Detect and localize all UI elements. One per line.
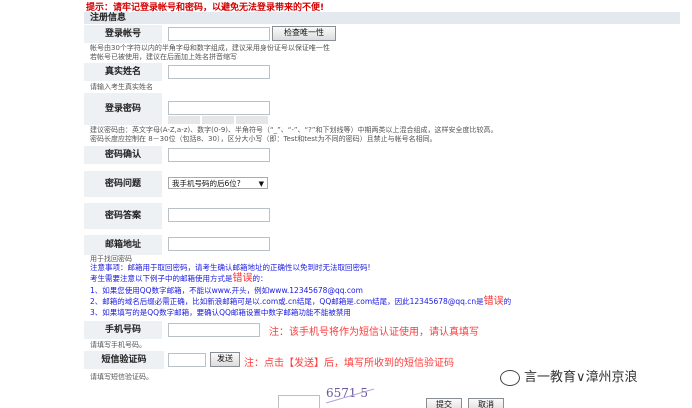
watermark: 言一教育∨漳州京浪: [500, 366, 638, 386]
notice-line-1: 注意事项：邮箱用于取回密码，请考生确认邮箱地址的正确性以免到时无法取回密码!: [90, 263, 371, 272]
account-hint-2: 若帐号已被使用，建议在后面加上姓名拼音缩写: [90, 53, 237, 61]
sms-hint: 请填写短信验证码。: [90, 373, 153, 381]
password-strength-meter: [168, 116, 270, 124]
sms-note: 注：点击【发送】后，填写所收到的短信验证码: [244, 358, 454, 369]
question-select[interactable]: 我手机号码的后6位? ▼: [168, 177, 268, 189]
answer-label: 密码答案: [84, 202, 162, 229]
registration-panel: 提示：请牢记登录帐号和密码，以避免无法登录带来的不便! 注册信息 登录帐号 检查…: [84, 0, 680, 408]
wechat-icon: [500, 369, 520, 386]
check-unique-button[interactable]: 检查唯一性: [272, 26, 336, 41]
confirm-input[interactable]: [168, 148, 270, 162]
answer-input[interactable]: [168, 208, 270, 222]
question-label: 密码问题: [84, 170, 162, 197]
submit-button[interactable]: 提交: [426, 398, 462, 408]
phone-hint: 请填写手机号码。: [90, 341, 146, 349]
notice-line-5: 3、如果填写的是QQ数字邮箱，要确认QQ邮箱设置中数字邮箱功能不能被禁用: [90, 308, 351, 317]
phone-input[interactable]: [168, 323, 260, 337]
account-hint-1: 帐号由30个字符以内的半角字母和数字组成，建议采用身份证号以保证唯一性: [90, 44, 330, 52]
realname-hint: 请输入考生真实姓名: [90, 83, 153, 91]
sms-input[interactable]: [168, 353, 206, 367]
email-hint: 用于找回密码: [90, 255, 132, 263]
cancel-button[interactable]: 取消: [468, 398, 504, 408]
captcha-image[interactable]: 6571 5: [324, 383, 376, 408]
password-hint-1: 建议密码由：英文字母(A-Z,a-z)、数字(0-9)、半角符号（“_”、“-”…: [90, 126, 498, 134]
notice-line-4: 2、邮箱的域名后缀必需正确，比如新浪邮箱可是以.com或.cn结尾，QQ邮箱是.…: [90, 296, 512, 307]
phone-note: 注：该手机号将作为短信认证使用，请认真填写: [269, 327, 479, 338]
captcha-input[interactable]: [278, 395, 320, 408]
email-input[interactable]: [168, 237, 270, 251]
password-label: 登录密码: [84, 92, 162, 125]
account-label: 登录帐号: [84, 24, 162, 43]
realname-label: 真实姓名: [84, 62, 162, 81]
notice-line-3: 1、如果您使用QQ数字邮箱，不能以www.开头，例如www.12345678@q…: [90, 286, 363, 295]
sms-label: 短信验证码: [84, 350, 164, 369]
confirm-label: 密码确认: [84, 145, 162, 164]
realname-input[interactable]: [168, 65, 270, 79]
dropdown-arrow-icon: ▼: [258, 180, 264, 188]
email-label: 邮箱地址: [84, 234, 162, 255]
notice-line-2: 考生需要注意以下例子中的邮箱使用方式是错误的：: [90, 273, 268, 284]
section-title: 注册信息: [84, 12, 680, 24]
password-hint-2: 密码长度应控制在 8－30位（包括8、30），区分大小写（即：Test和test…: [90, 135, 437, 143]
password-input[interactable]: [168, 101, 270, 115]
question-select-value: 我手机号码的后6位?: [172, 179, 241, 188]
phone-label: 手机号码: [84, 320, 162, 339]
account-input[interactable]: [168, 27, 270, 41]
send-button[interactable]: 发送: [210, 352, 240, 367]
